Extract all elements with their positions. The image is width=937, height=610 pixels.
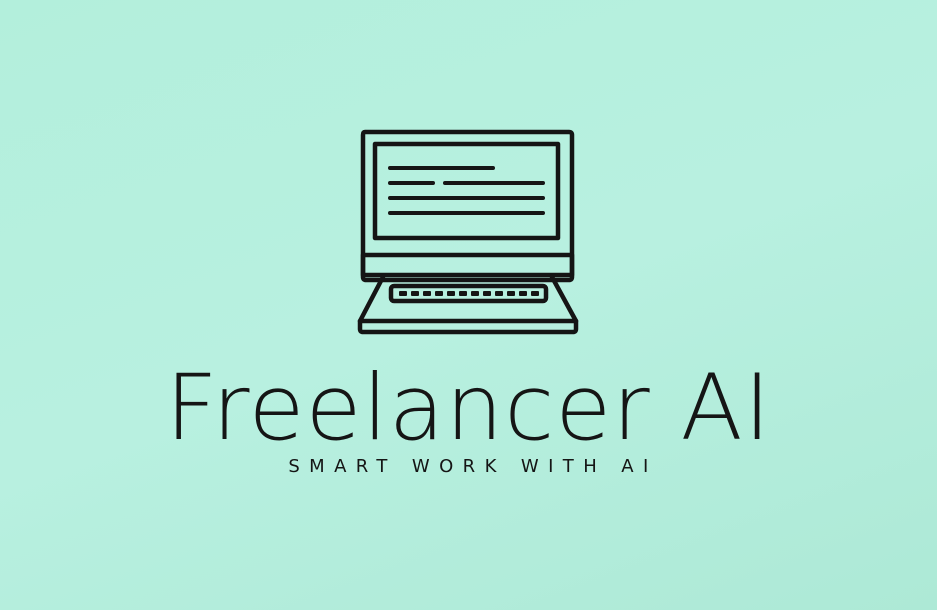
tagline: SMART WORK WITH AI: [288, 456, 658, 477]
laptop-icon: [357, 129, 579, 335]
logo: Freelancer AI SMART WORK WITH AI: [0, 0, 937, 610]
brand-name: Freelancer AI: [165, 356, 772, 461]
